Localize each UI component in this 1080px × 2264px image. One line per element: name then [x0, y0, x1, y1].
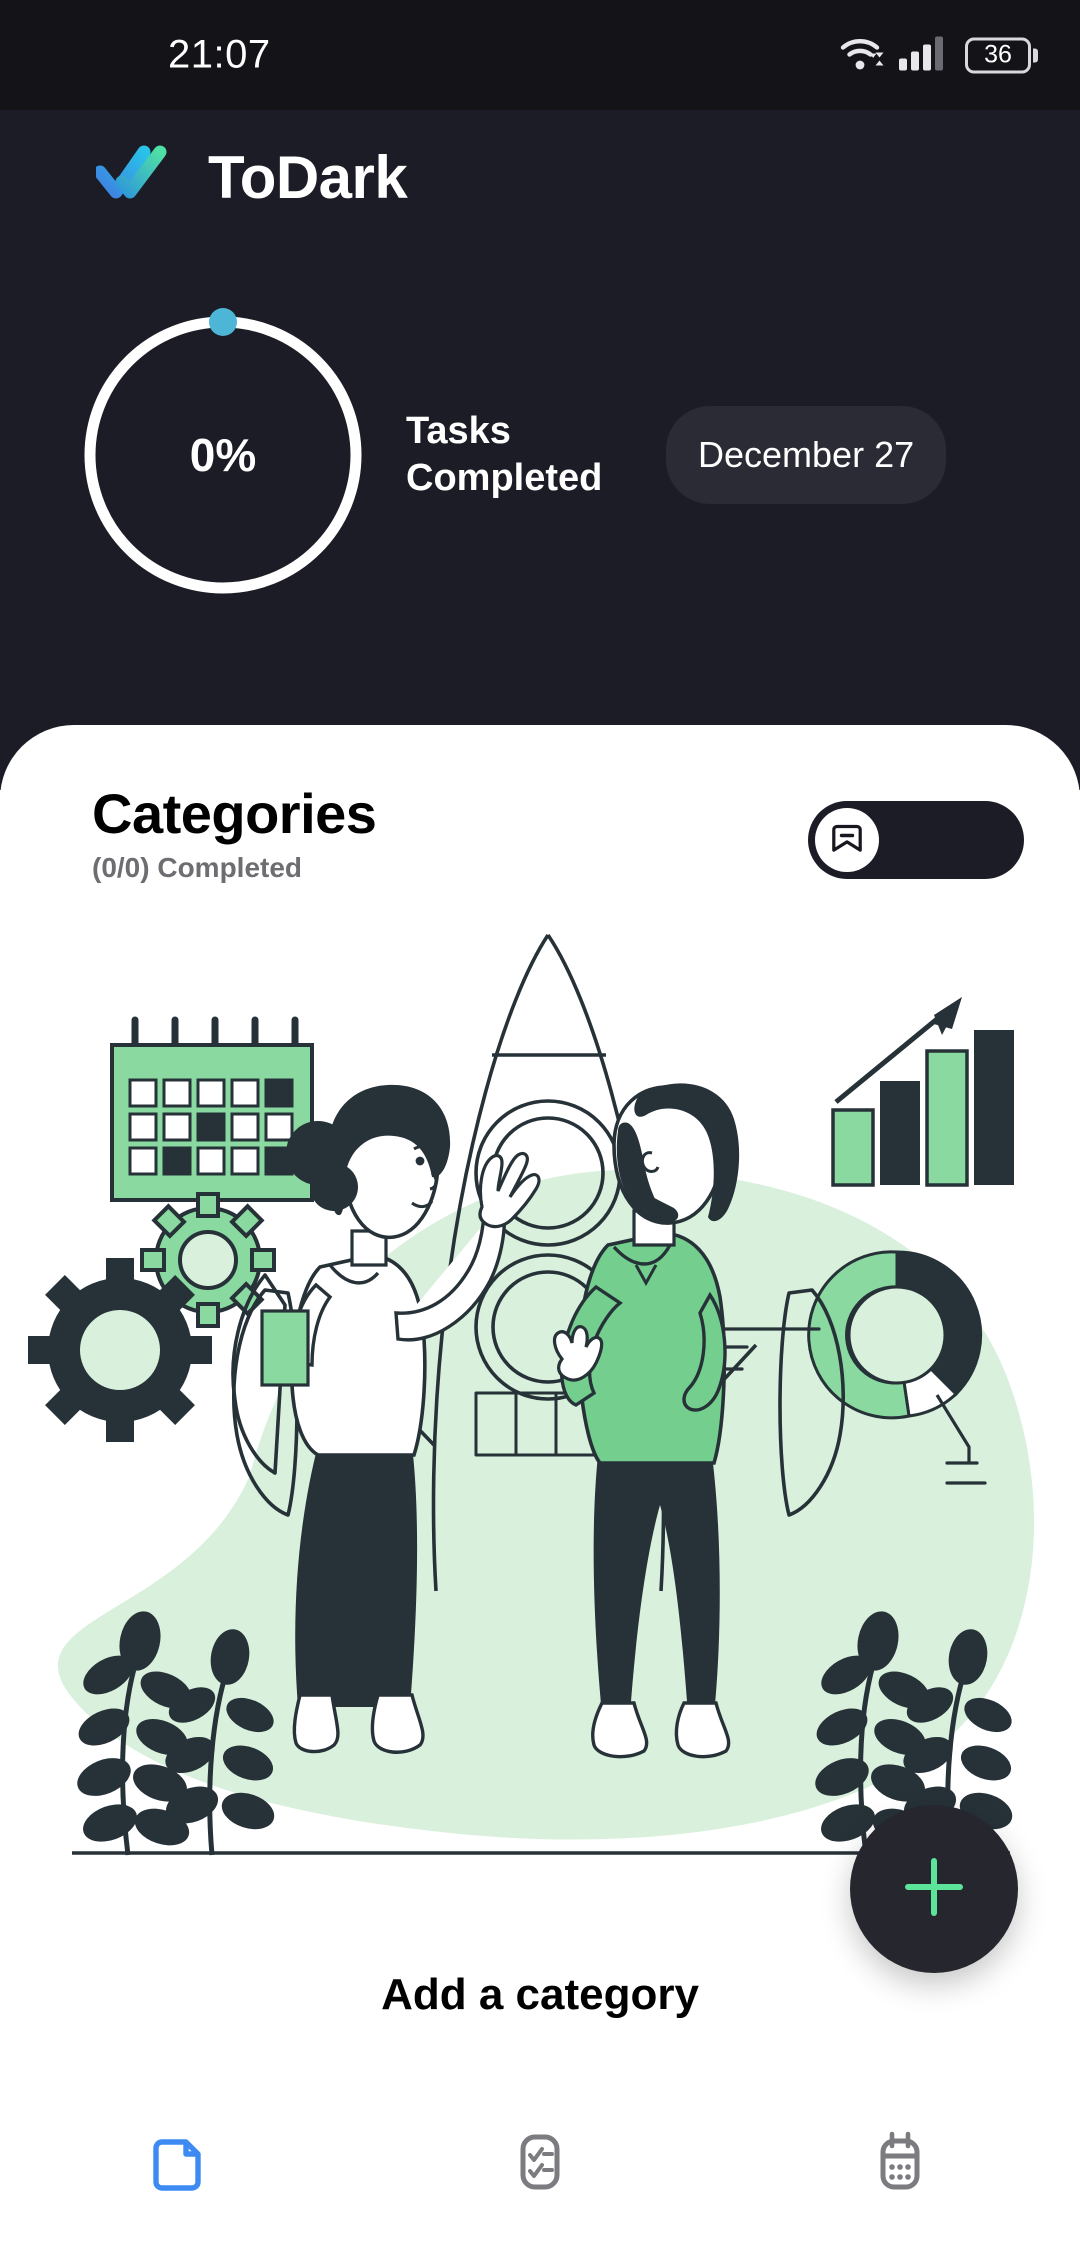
app-title: ToDark [208, 144, 408, 211]
calendar-icon [864, 2126, 936, 2203]
team-launching-rocket-illustration [0, 915, 1080, 1915]
calendar-icon [110, 1016, 314, 1202]
battery-icon: 36 [965, 37, 1038, 73]
tasks-completed-label: Tasks Completed [406, 408, 656, 503]
battery-nub [1033, 48, 1038, 62]
progress-ring: 0% [58, 305, 388, 605]
brand-header: ToDark [93, 143, 408, 212]
status-bar-clock: 21:07 [168, 32, 271, 77]
categories-progress-label: (0/0) Completed [92, 851, 303, 883]
toggle-knob [815, 808, 879, 872]
add-category-fab[interactable] [850, 1805, 1018, 1973]
folder-icon [144, 2126, 216, 2203]
bookmark-filter-toggle[interactable] [808, 801, 1024, 879]
battery-level-label: 36 [984, 40, 1012, 69]
page-title: Categories [92, 782, 377, 845]
progress-summary-row: 0% Tasks Completed December 27 [0, 290, 1080, 620]
tasks-label-line2: Completed [406, 457, 603, 499]
status-bar: 21:07 36 [0, 0, 1080, 110]
checklist-icon [504, 2126, 576, 2203]
wifi-icon [839, 35, 885, 76]
cellular-signal-icon [899, 35, 951, 76]
gear-large-icon [28, 1258, 212, 1442]
status-bar-icons: 36 [839, 35, 1038, 76]
bookmark-minus-icon [827, 818, 867, 863]
bottom-navigation-bar [0, 2112, 1080, 2264]
bar-chart-icon [831, 997, 1014, 1187]
progress-percent-label: 0% [189, 429, 257, 481]
categories-sheet: Categories (0/0) Completed Add a categor… [0, 725, 1080, 2264]
tasks-label-line1: Tasks [406, 409, 511, 452]
app-screen: 21:07 36 ToDark 0% Tasks Completed Decem… [0, 0, 1080, 2264]
date-selector-button[interactable]: December 27 [666, 406, 947, 504]
add-category-label[interactable]: Add a category [0, 1970, 1080, 2020]
nav-item-categories[interactable] [0, 2126, 360, 2203]
plus-icon [899, 1852, 969, 1927]
nav-item-calendar[interactable] [720, 2126, 1080, 2203]
nav-item-tasks[interactable] [360, 2126, 720, 2203]
categories-header: Categories (0/0) Completed [0, 725, 1080, 925]
categories-heading-group: Categories (0/0) Completed [92, 782, 377, 884]
double-check-logo-icon [93, 144, 182, 211]
